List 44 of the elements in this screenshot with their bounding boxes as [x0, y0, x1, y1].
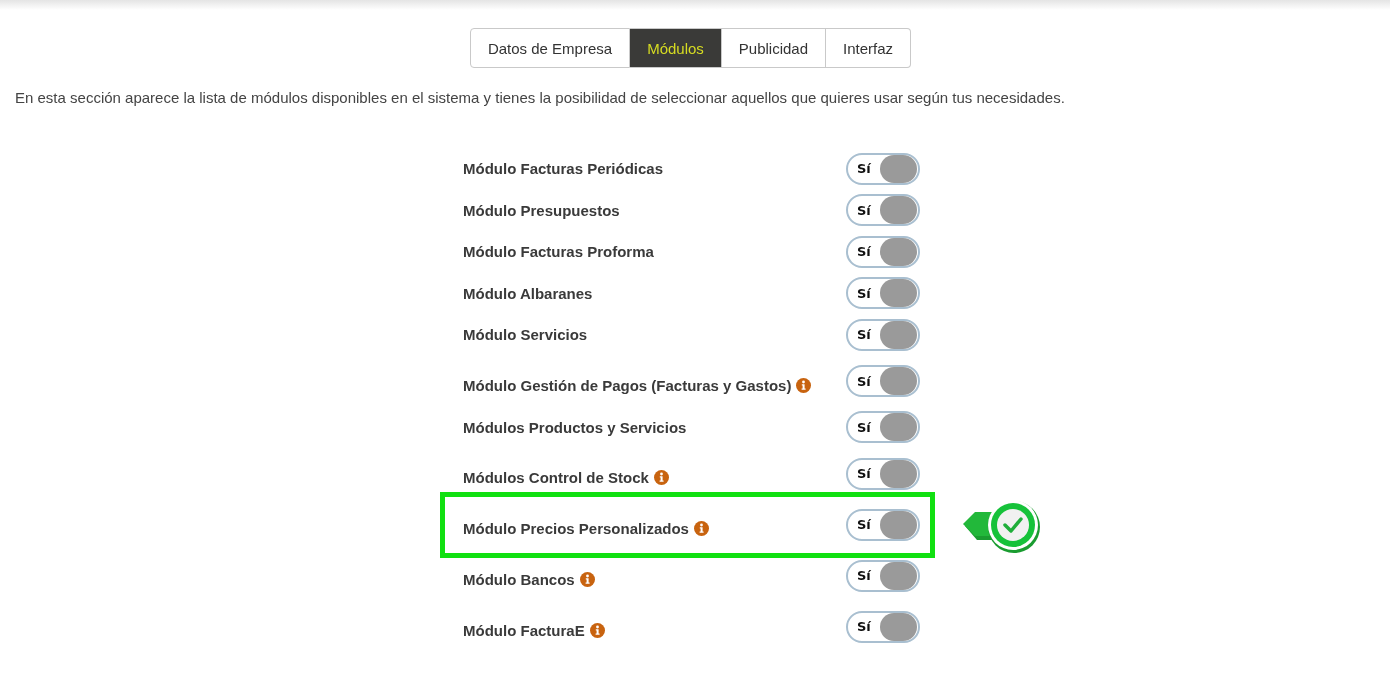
module-label: Módulo Albaranes [463, 284, 593, 302]
module-label: Módulo Precios Personalizados [463, 520, 689, 537]
toggle-knob [880, 279, 917, 308]
toggle-switch[interactable]: Sí [846, 508, 920, 541]
toggle-knob [880, 510, 917, 539]
toggle-switch[interactable]: Sí [846, 194, 920, 227]
toggle-switch[interactable]: Sí [846, 152, 920, 185]
toggle-knob [880, 459, 917, 488]
module-label: Módulo Gestión de Pagos (Facturas y Gastos) [463, 376, 792, 394]
module-label: Módulo Bancos [463, 571, 575, 588]
toggle-knob [880, 196, 917, 225]
module-label: Módulo Servicios [463, 326, 588, 344]
section-description: En esta sección aparece la lista de módulos disponibles en el sistema y tienes la posibilidad de seleccionar aquellos que quieres usar según tus necesidades. [15, 88, 1066, 108]
module-label: Módulo FacturaE [463, 622, 585, 639]
module-label: Módulos Productos y Servicios [463, 418, 687, 436]
toggle-switch[interactable]: Sí [846, 411, 920, 444]
tab[interactable]: Datos de Empresa [469, 28, 631, 68]
module-label: Módulo Presupuestos [463, 201, 620, 219]
check-marker-icon [963, 499, 1041, 554]
toggle-knob [880, 561, 917, 590]
toggle-switch[interactable]: Sí [846, 610, 920, 643]
module-label: Módulo Facturas Periódicas [463, 160, 664, 178]
toggle-knob [880, 154, 917, 183]
info-icon[interactable] [693, 521, 709, 536]
tab[interactable]: Publicidad [721, 28, 827, 68]
toggle-switch[interactable]: Sí [846, 559, 920, 592]
module-label: Módulo Facturas Proforma [463, 243, 654, 261]
toggle-knob [880, 320, 917, 349]
toggle-knob [880, 413, 917, 442]
info-icon[interactable] [579, 572, 595, 587]
tab[interactable]: Módulos [630, 28, 722, 68]
toggle-knob [880, 367, 917, 395]
toggle-switch[interactable]: Sí [846, 235, 920, 268]
module-label: Módulos Control de Stock [463, 469, 649, 486]
toggle-knob [880, 237, 917, 266]
info-icon[interactable] [796, 377, 812, 393]
toggle-switch[interactable]: Sí [846, 457, 920, 490]
info-icon[interactable] [589, 623, 605, 638]
toggle-switch[interactable]: Sí [846, 277, 920, 310]
toggle-switch[interactable]: Sí [846, 365, 920, 397]
toggle-knob [880, 612, 917, 641]
info-icon[interactable] [653, 470, 669, 485]
tab[interactable]: Interfaz [826, 28, 912, 68]
toggle-switch[interactable]: Sí [846, 318, 920, 351]
